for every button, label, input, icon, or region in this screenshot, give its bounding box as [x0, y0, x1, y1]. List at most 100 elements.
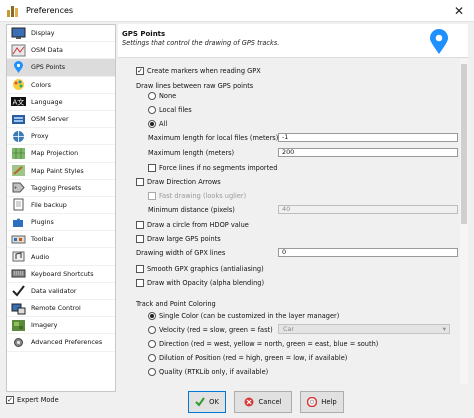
smooth-label: Smooth GPX graphics (antialiasing) — [147, 265, 264, 273]
force-lines-option[interactable]: Force lines if no segments imported — [148, 164, 277, 172]
opacity-option[interactable]: Draw with Opacity (alpha blending) — [136, 279, 264, 287]
sidebar-item-data-validator[interactable]: Data validator — [7, 283, 115, 300]
drawing-width-label: Drawing width of GPX lines — [136, 249, 226, 257]
sidebar-item-tagging-presets[interactable]: Tagging Presets — [7, 180, 115, 197]
fast-drawing-checkbox — [148, 192, 156, 200]
color-single-radio[interactable] — [148, 312, 156, 320]
sidebar-item-colors[interactable]: Colors — [7, 77, 115, 94]
scrollbar-thumb[interactable] — [461, 64, 467, 224]
sidebar-item-toolbar[interactable]: Toolbar — [7, 231, 115, 249]
color-direction-option[interactable]: Direction (red = west, yellow = north, g… — [148, 340, 378, 348]
expert-mode-option[interactable]: ✓ Expert Mode — [6, 396, 59, 404]
checkmark-icon — [195, 397, 205, 407]
sidebar-item-label: Keyboard Shortcuts — [31, 269, 94, 278]
cancel-button-label: Cancel — [258, 398, 282, 406]
max-length-local-row: Maximum length for local files (meters) — [148, 134, 278, 142]
max-length-input[interactable]: 200 — [278, 148, 458, 157]
settings-panel: GPS Points Settings that control the dra… — [118, 24, 468, 384]
min-distance-row: Minimum distance (pixels) — [148, 206, 235, 214]
force-lines-checkbox[interactable] — [148, 164, 156, 172]
lines-all-option[interactable]: All — [148, 120, 167, 128]
max-length-local-input[interactable]: -1 — [278, 133, 458, 142]
sidebar-item-osm-data[interactable]: OSM Data — [7, 42, 115, 60]
cancel-button[interactable]: Cancel — [234, 391, 292, 413]
draw-hdop-option[interactable]: Draw a circle from HDOP value — [136, 221, 249, 229]
color-single-label: Single Color (can be customized in the l… — [159, 312, 340, 320]
draw-large-checkbox[interactable] — [136, 235, 144, 243]
gps-pin-icon — [11, 60, 26, 74]
sidebar-item-language[interactable]: A文 Language — [7, 94, 115, 111]
sidebar-item-label: Toolbar — [31, 235, 55, 244]
imagery-icon — [11, 319, 26, 332]
opacity-checkbox[interactable] — [136, 279, 144, 287]
help-button-label: Help — [321, 398, 337, 406]
color-velocity-label: Velocity (red = slow, green = fast) — [159, 326, 273, 334]
help-button[interactable]: Help — [300, 391, 344, 413]
sidebar-item-map-paint-styles[interactable]: Map Paint Styles — [7, 163, 115, 180]
draw-arrows-checkbox[interactable] — [136, 178, 144, 186]
sidebar-item-label: Map Paint Styles — [31, 166, 84, 175]
sidebar-item-audio[interactable]: Audio — [7, 248, 115, 266]
color-dilution-option[interactable]: Dilution of Position (red = high, green … — [148, 354, 347, 362]
draw-hdop-checkbox[interactable] — [136, 221, 144, 229]
sidebar-item-plugins[interactable]: Plugins — [7, 214, 115, 232]
color-quality-radio[interactable] — [148, 368, 156, 376]
lines-none-radio[interactable] — [148, 92, 156, 100]
lines-none-option[interactable]: None — [148, 92, 176, 100]
expert-mode-checkbox[interactable]: ✓ — [6, 396, 14, 404]
velocity-select: Car ▾ — [278, 324, 450, 334]
window-title: Preferences — [26, 6, 74, 15]
lines-all-radio[interactable] — [148, 120, 156, 128]
sidebar-item-display[interactable]: Display — [7, 25, 115, 43]
ok-button[interactable]: OK — [188, 391, 226, 413]
lines-local-option[interactable]: Local files — [148, 106, 192, 114]
sidebar-item-osm-server[interactable]: OSM Server — [7, 111, 115, 129]
dialog-footer: ✓ Expert Mode OK Cancel Help — [0, 386, 474, 418]
lines-local-label: Local files — [159, 106, 192, 114]
create-markers-checkbox[interactable]: ✓ — [136, 67, 144, 75]
sidebar-item-label: Audio — [31, 252, 50, 261]
chevron-down-icon: ▾ — [442, 325, 446, 333]
smooth-option[interactable]: Smooth GPX graphics (antialiasing) — [136, 265, 264, 273]
sidebar-item-keyboard-shortcuts[interactable]: Keyboard Shortcuts — [7, 266, 115, 283]
close-icon[interactable]: ✕ — [444, 0, 474, 22]
preferences-window: Preferences ✕ Display OSM Data GPS Point… — [0, 0, 474, 418]
color-velocity-radio[interactable] — [148, 326, 156, 334]
sidebar-item-imagery[interactable]: Imagery — [7, 317, 115, 335]
max-length-local-label: Maximum length for local files (meters) — [148, 134, 279, 142]
sidebar-item-map-projection[interactable]: Map Projection — [7, 145, 115, 163]
sidebar-item-label: Remote Control — [31, 304, 81, 313]
sidebar-item-label: Map Projection — [31, 149, 79, 158]
sidebar-item-file-backup[interactable]: File backup — [7, 197, 115, 215]
lines-local-radio[interactable] — [148, 106, 156, 114]
smooth-checkbox[interactable] — [136, 265, 144, 273]
draw-arrows-option[interactable]: Draw Direction Arrows — [136, 178, 221, 186]
coloring-label: Track and Point Coloring — [136, 300, 216, 308]
plugins-icon — [11, 216, 26, 229]
map-projection-icon — [11, 147, 26, 160]
keyboard-icon — [11, 267, 26, 280]
color-dilution-radio[interactable] — [148, 354, 156, 362]
drawing-width-input[interactable]: 0 — [278, 248, 458, 257]
color-velocity-option[interactable]: Velocity (red = slow, green = fast) — [148, 326, 273, 334]
validator-icon — [11, 284, 26, 297]
draw-large-option[interactable]: Draw large GPS points — [136, 235, 221, 243]
color-direction-radio[interactable] — [148, 340, 156, 348]
sidebar-item-remote-control[interactable]: Remote Control — [7, 300, 115, 318]
sidebar-item-gps-points[interactable]: GPS Points — [7, 59, 115, 77]
sidebar-item-label: GPS Points — [31, 63, 66, 72]
panel-header: GPS Points Settings that control the dra… — [118, 24, 468, 58]
sidebar-item-advanced-preferences[interactable]: Advanced Preferences — [7, 334, 115, 352]
color-quality-option[interactable]: Quality (RTKLib only, if available) — [148, 368, 268, 376]
svg-text:A文: A文 — [13, 98, 25, 107]
color-single-option[interactable]: Single Color (can be customized in the l… — [148, 312, 339, 320]
min-distance-input: 40 — [278, 205, 458, 214]
sidebar-item-proxy[interactable]: Proxy — [7, 128, 115, 146]
create-markers-option[interactable]: ✓ Create markers when reading GPX — [136, 67, 261, 75]
velocity-select-value: Car — [283, 325, 295, 333]
panel-subtitle: Settings that control the drawing of GPS… — [122, 39, 280, 47]
max-length-label: Maximum length (meters) — [148, 149, 235, 157]
sidebar-item-label: Advanced Preferences — [31, 338, 103, 347]
tagging-icon — [11, 181, 26, 194]
sidebar-item-label: File backup — [31, 200, 67, 209]
